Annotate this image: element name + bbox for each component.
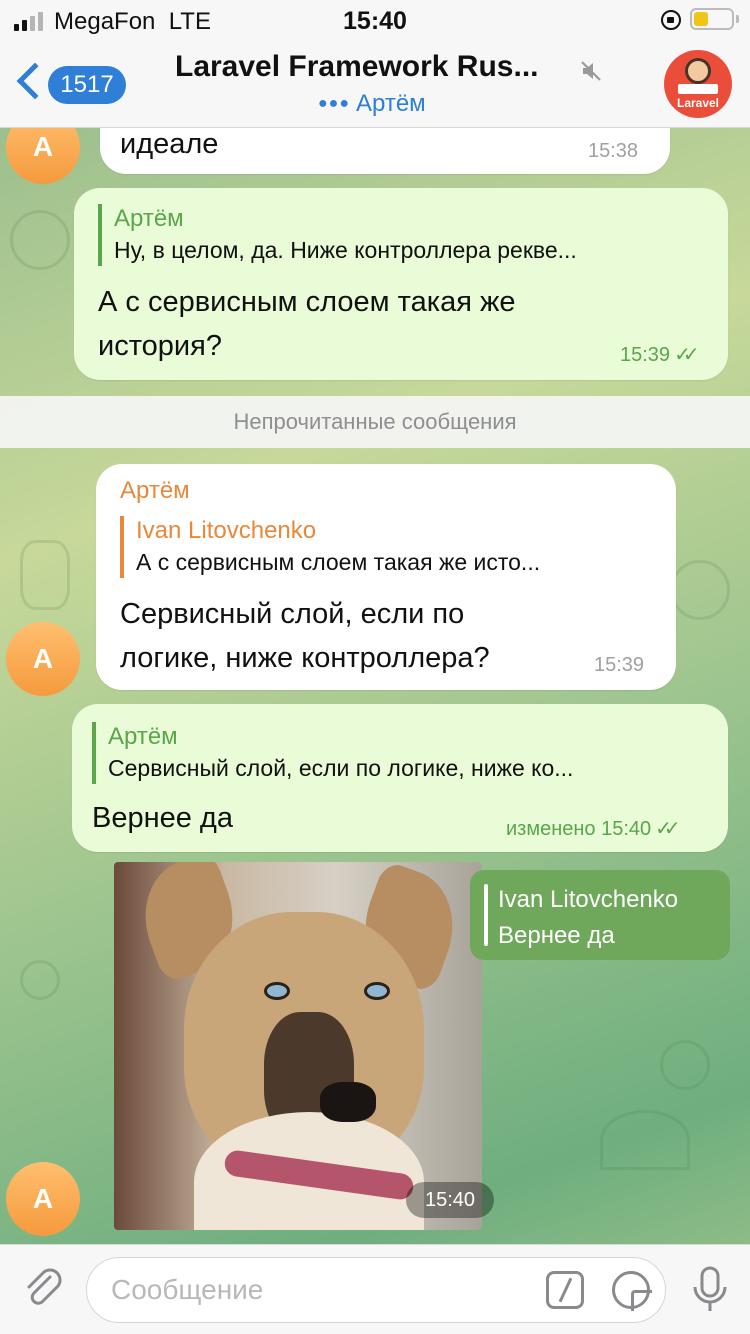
reply-author: Артём xyxy=(108,723,178,750)
sticker-icon[interactable] xyxy=(612,1271,652,1311)
message-bubble[interactable]: Артём Сервисный слой, если по логике, ни… xyxy=(72,704,728,852)
composer-bar xyxy=(0,1244,750,1334)
read-checks-icon: ✓✓ xyxy=(655,818,680,840)
dog-eye-left xyxy=(264,982,290,1000)
message-time: 15:39 ✓✓ xyxy=(620,344,699,366)
reply-text: Вернее да xyxy=(498,922,615,949)
status-time: 15:40 xyxy=(343,7,407,35)
reply-text: А с сервисным слоем такая же исто... xyxy=(136,549,541,575)
message-text: идеале xyxy=(120,128,219,160)
status-bar: MegaFon LTE 15:40 xyxy=(0,0,750,40)
message-line: А с сервисным слоем такая же xyxy=(98,286,516,318)
reply-text: Сервисный слой, если по логике, ниже ко.… xyxy=(108,755,574,781)
sender-avatar[interactable]: А xyxy=(6,1162,80,1236)
avatar-face-icon xyxy=(685,58,711,84)
message-bubble[interactable]: Артём Ivan Litovchenko А с сервисным сло… xyxy=(96,464,676,690)
typing-dots-icon: ●●● xyxy=(318,95,350,112)
dog-eye-right xyxy=(364,982,390,1000)
message-bubble[interactable]: Артём Ну, в целом, да. Ниже контроллера … xyxy=(74,188,728,380)
channel-avatar[interactable]: Laravel xyxy=(664,50,732,118)
doodle-umbrella-icon xyxy=(600,1110,690,1170)
doodle-balloon-icon xyxy=(670,560,730,620)
photo-reply-preview[interactable]: Ivan Litovchenko Вернее да xyxy=(470,870,730,960)
message-text: Сервисный слой, если по логике, ниже кон… xyxy=(120,592,490,680)
read-checks-icon: ✓✓ xyxy=(674,344,699,366)
typing-indicator: ●●● Артём xyxy=(318,90,426,117)
reply-text: Ну, в целом, да. Ниже контроллера рекве.… xyxy=(114,237,577,263)
reply-preview[interactable]: Артём Сервисный слой, если по логике, ни… xyxy=(92,722,702,784)
reply-author: Ivan Litovchenko xyxy=(136,517,317,544)
message-time: 15:38 xyxy=(588,140,639,162)
dog-nose xyxy=(320,1082,376,1122)
rotation-lock-icon xyxy=(661,10,681,30)
reply-preview[interactable]: Артём Ну, в целом, да. Ниже контроллера … xyxy=(98,204,698,266)
channel-logo-text: Laravel xyxy=(676,96,720,110)
reply-author: Ivan Litovchenko xyxy=(498,886,679,913)
reply-preview[interactable]: Ivan Litovchenko А с сервисным слоем так… xyxy=(120,516,660,578)
bot-command-icon[interactable] xyxy=(546,1271,584,1309)
paperclip-icon[interactable] xyxy=(20,1265,66,1311)
message-line: история? xyxy=(98,330,222,362)
mute-speaker-icon xyxy=(581,61,601,81)
chat-title[interactable]: Laravel Framework Rus... xyxy=(175,50,539,84)
back-unread-badge[interactable]: 1517 xyxy=(48,66,126,104)
message-line: Сервисный слой, если по xyxy=(120,598,465,630)
battery-icon xyxy=(690,8,734,30)
dog-photo[interactable] xyxy=(114,862,482,1230)
avatar-laptop-icon xyxy=(678,84,718,94)
chat-header: 1517 Laravel Framework Rus... ●●● Артём L… xyxy=(0,40,750,128)
message-time: 15:39 xyxy=(594,654,645,676)
doodle-ball-icon xyxy=(660,1040,710,1090)
photo-time: 15:40 xyxy=(406,1182,494,1218)
doodle-star-icon xyxy=(20,960,60,1000)
sender-avatar[interactable]: А xyxy=(6,622,80,696)
doodle-circle-icon xyxy=(10,210,70,270)
battery-level xyxy=(694,12,708,26)
reply-bar xyxy=(484,884,488,946)
message-time: изменено 15:40 ✓✓ xyxy=(506,818,680,840)
unread-divider: Непрочитанные сообщения xyxy=(0,396,750,448)
message-line: логике, ниже контроллера? xyxy=(120,642,490,674)
battery-tip xyxy=(736,15,739,23)
sender-name[interactable]: Артём xyxy=(120,476,190,506)
message-text: Вернее да xyxy=(92,802,233,834)
message-text: А с сервисным слоем такая же история? xyxy=(98,280,516,368)
microphone-icon[interactable] xyxy=(690,1265,730,1315)
reply-author: Артём xyxy=(114,205,184,232)
doodle-popcorn-icon xyxy=(20,540,70,610)
